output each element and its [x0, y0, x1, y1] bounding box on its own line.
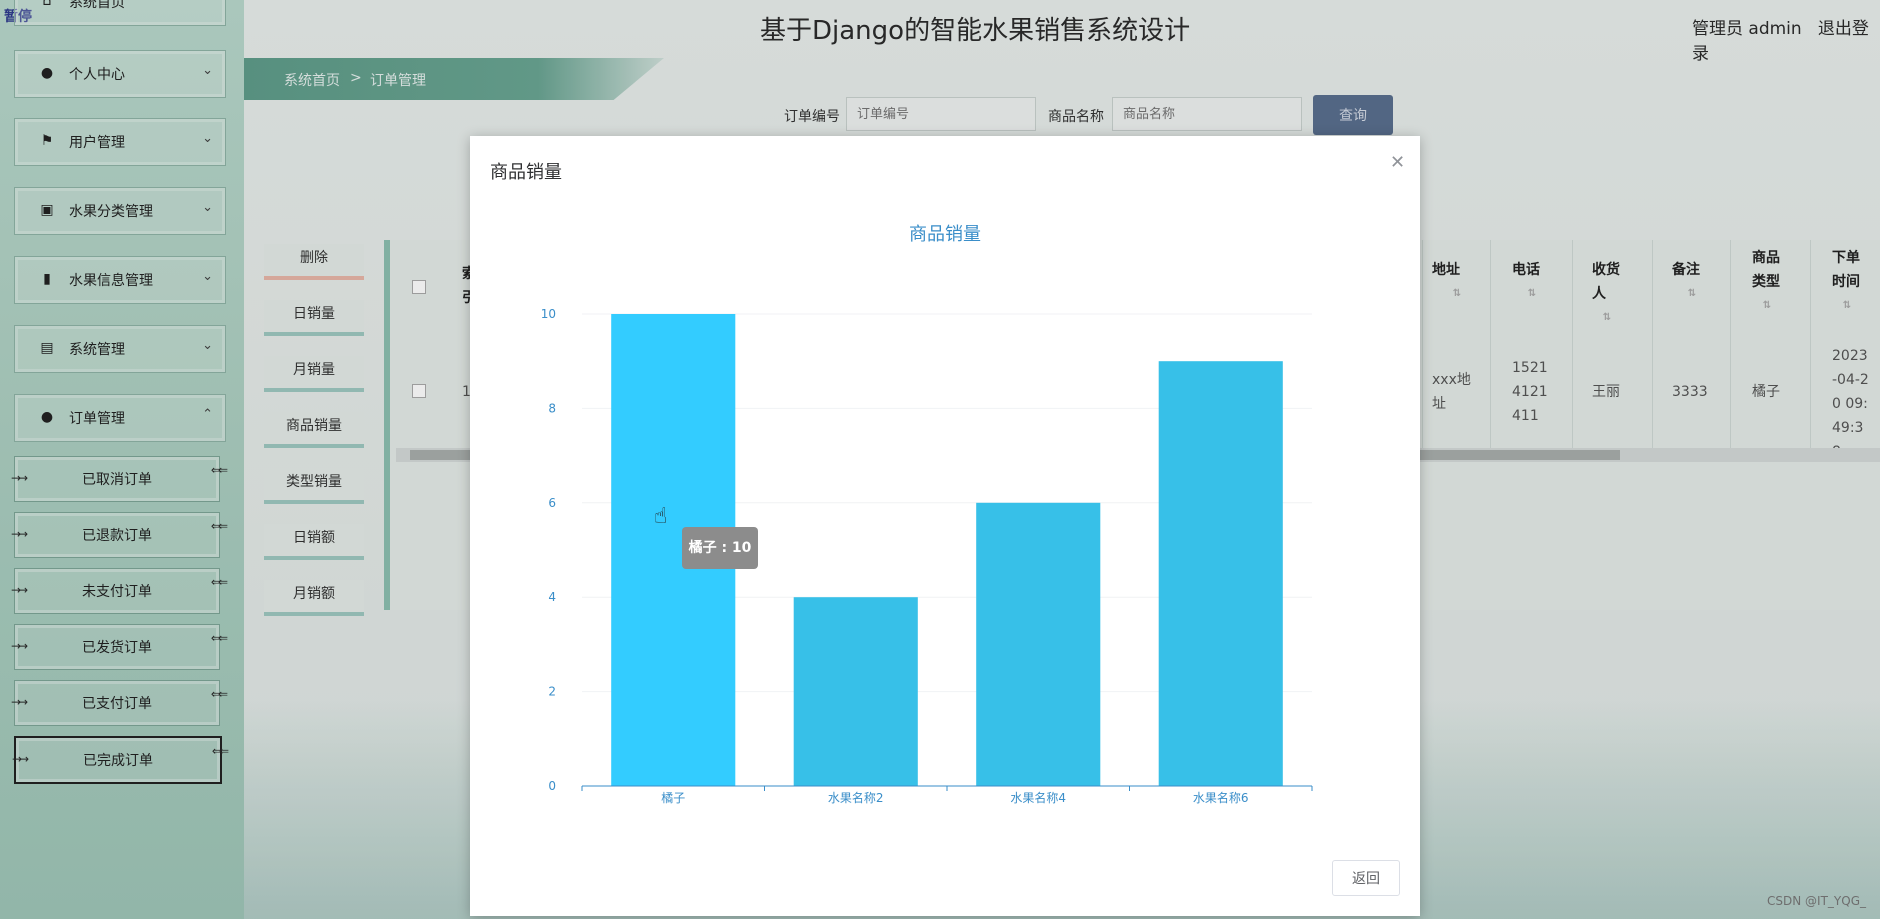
close-icon[interactable]: ✕ — [1390, 152, 1405, 173]
y-tick-label: 10 — [541, 307, 556, 321]
chart-tooltip: 橘子 : 10 — [682, 527, 758, 569]
sales-bar-chart: 0 2 4 6 8 10 橘子 水果名称2 水果名称4 水果名称6 — [541, 307, 1313, 805]
y-tick-label: 4 — [548, 590, 556, 604]
hand-cursor-icon: ☝ — [654, 504, 668, 529]
bar[interactable] — [1158, 361, 1283, 786]
x-tick-label: 橘子 — [661, 790, 685, 805]
x-tick-label: 水果名称4 — [1010, 790, 1066, 805]
sales-modal: 商品销量 ✕ 商品销量 0 2 4 6 8 10 橘子 水果名称2 水果名称4 水果名称6 返回 — [470, 136, 1420, 916]
y-tick-label: 2 — [548, 685, 556, 699]
bar[interactable] — [793, 597, 918, 786]
watermark: CSDN @IT_YQG_ — [1767, 894, 1866, 908]
return-button[interactable]: 返回 — [1332, 860, 1400, 896]
modal-title: 商品销量 — [490, 162, 562, 183]
y-tick-label: 0 — [548, 779, 556, 793]
x-tick-label: 水果名称6 — [1193, 790, 1249, 805]
y-tick-label: 8 — [548, 401, 556, 415]
bar[interactable] — [976, 502, 1101, 786]
y-tick-label: 6 — [548, 496, 556, 510]
x-tick-label: 水果名称2 — [828, 790, 884, 805]
